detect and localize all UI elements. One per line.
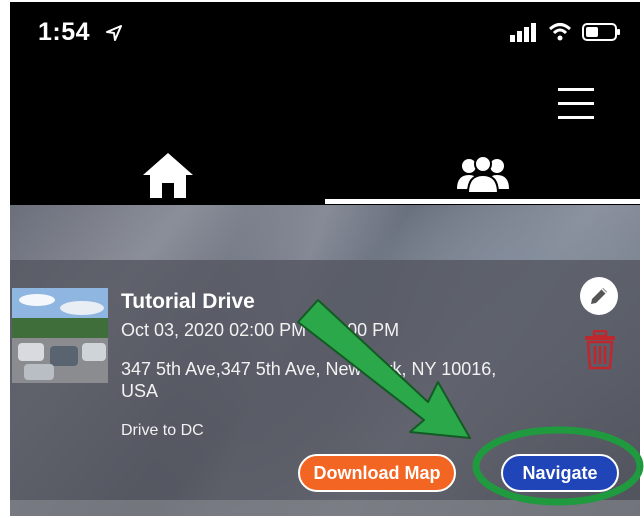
- tab-home[interactable]: [10, 142, 325, 208]
- battery-icon: [582, 23, 620, 41]
- delete-button[interactable]: [584, 329, 616, 370]
- status-time: 1:54: [38, 18, 91, 46]
- trash-icon: [585, 329, 615, 370]
- tab-bar: [10, 142, 640, 208]
- status-indicators: [510, 22, 622, 42]
- next-card-edge: [10, 500, 640, 516]
- navigate-button[interactable]: Navigate: [501, 454, 619, 492]
- pencil-icon: [591, 288, 607, 304]
- status-bar: 1:54: [10, 2, 640, 66]
- drive-date: Oct 03, 2020 02:00 PM - 07:00 PM: [121, 320, 400, 340]
- download-map-button[interactable]: Download Map: [298, 454, 456, 492]
- drive-card[interactable]: Tutorial Drive Oct 03, 2020 02:00 PM - 0…: [10, 260, 640, 500]
- groups-icon: [456, 155, 509, 194]
- content-area: Tutorial Drive Oct 03, 2020 02:00 PM - 0…: [10, 205, 640, 516]
- selected-tab-indicator: [325, 199, 640, 204]
- app-screen: 1:54 Tutorial Drive Oct 03, 2020 02:00 P…: [10, 2, 640, 516]
- drive-address: 347 5th Ave,347 5th Ave, New York, NY 10…: [121, 359, 497, 401]
- home-icon: [142, 153, 193, 198]
- edit-button[interactable]: [580, 277, 618, 315]
- drive-thumbnail: [12, 288, 108, 383]
- drive-title: Tutorial Drive: [121, 290, 255, 313]
- drive-note: Drive to DC: [121, 422, 204, 439]
- menu-button[interactable]: [556, 84, 596, 124]
- wifi-icon: [548, 23, 572, 41]
- hamburger-menu-icon: [558, 88, 594, 119]
- location-arrow-icon: [106, 25, 122, 41]
- cellular-signal-icon: [510, 23, 536, 42]
